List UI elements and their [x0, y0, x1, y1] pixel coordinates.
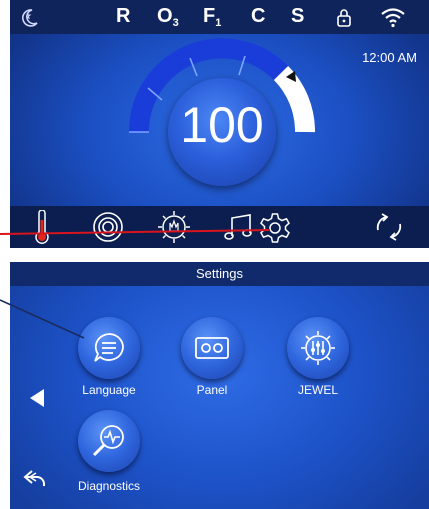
callout-line-settings: [0, 229, 271, 235]
callout-line-language: [0, 299, 85, 339]
callout-overlay: [0, 229, 271, 339]
